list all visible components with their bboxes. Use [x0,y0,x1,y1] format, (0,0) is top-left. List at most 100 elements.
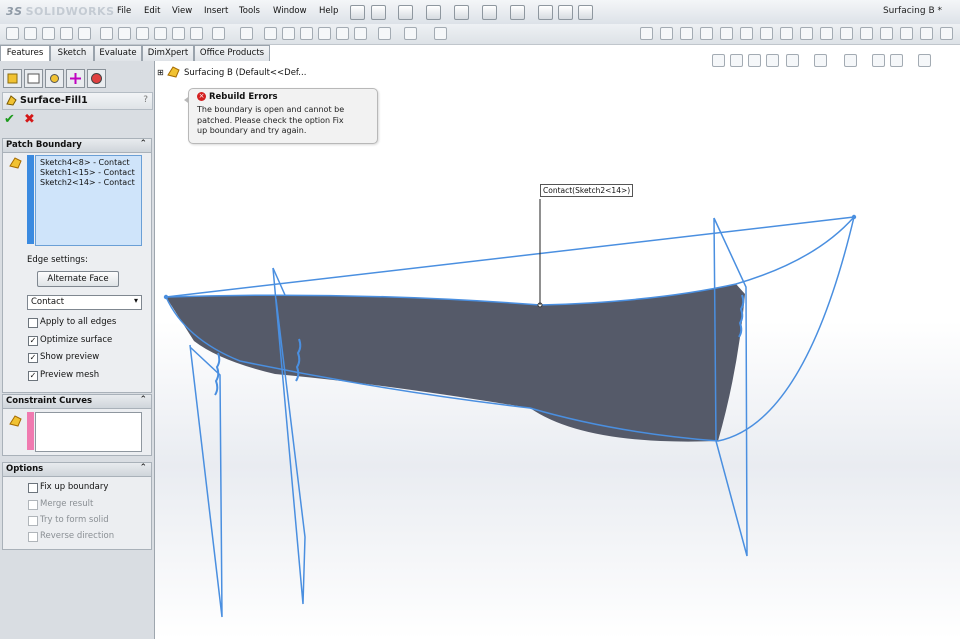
constraint-curves-header[interactable]: Constraint Curves ⌃ [3,395,151,409]
rebuild-icon[interactable] [538,5,553,20]
insert-mold-folders-icon[interactable] [860,27,873,40]
list-item[interactable]: Sketch4<8> - Contact [40,158,130,167]
optimize-surface-checkbox[interactable]: ✓ [28,336,38,346]
apply-to-all-edges-checkbox[interactable] [28,318,38,328]
boundary-surface-icon[interactable] [78,27,91,40]
select-icon[interactable] [510,5,525,20]
curves-icon[interactable] [378,27,391,40]
help-icon[interactable]: ? [143,95,148,105]
dimxpert-manager-icon[interactable] [66,69,85,88]
patch-boundary-header[interactable]: Patch Boundary ⌃ [3,139,151,153]
extruded-surface-icon[interactable] [6,27,19,40]
pin-icon[interactable] [350,5,365,20]
open-icon[interactable] [398,5,413,20]
split-line-icon[interactable] [920,27,933,40]
new-document-icon[interactable] [371,5,386,20]
options-icon[interactable] [578,5,593,20]
ruled-surface-alt-icon[interactable] [880,27,893,40]
try-to-form-solid-checkbox[interactable] [28,516,38,526]
zoom-to-area-icon[interactable] [730,54,743,67]
graphics-area[interactable]: ⊞ Surfacing B (Default<<Def... Contact(S… [155,54,960,639]
contact-select[interactable]: Contact ▾ [27,295,142,310]
ruled-surface-icon[interactable] [154,27,167,40]
show-preview-checkbox[interactable]: ✓ [28,353,38,363]
untrim-surface-icon[interactable] [354,27,367,40]
parting-line-icon[interactable] [740,27,753,40]
menu-view[interactable]: View [172,6,192,16]
boundary-edges-list[interactable]: Sketch4<8> - Contact Sketch1<15> - Conta… [35,155,142,246]
revolved-surface-icon[interactable] [24,27,37,40]
tab-features[interactable]: Features [0,45,50,62]
parting-surface-icon[interactable] [780,27,793,40]
surface-flatten-icon[interactable] [434,27,447,40]
feature-tree-root[interactable]: Surfacing B (Default<<Def... [184,68,306,78]
file-properties-icon[interactable] [558,5,573,20]
scale-icon[interactable] [840,27,853,40]
menu-tools[interactable]: Tools [239,6,260,16]
menu-insert[interactable]: Insert [204,6,228,16]
menu-file[interactable]: File [117,6,131,16]
tooling-split-icon[interactable] [800,27,813,40]
pattern-icon[interactable] [240,27,253,40]
constraint-curves-list[interactable] [35,412,142,452]
offset-surface-icon[interactable] [136,27,149,40]
thicken-icon[interactable] [282,27,295,40]
knit-surface-icon[interactable] [264,27,277,40]
undercut-analysis-icon[interactable] [720,27,733,40]
sheet-metal-icon[interactable] [640,27,653,40]
edit-appearance-icon[interactable] [872,54,885,67]
configuration-manager-icon[interactable] [45,69,64,88]
view-settings-icon[interactable] [918,54,931,67]
zoom-to-fit-icon[interactable] [712,54,725,67]
collapse-icon[interactable]: ⌃ [139,139,147,149]
expand-icon[interactable]: ⊞ [157,68,164,77]
sketch-line-top[interactable] [165,216,855,298]
property-manager-icon[interactable] [24,69,43,88]
cancel-button[interactable]: ✖ [24,112,35,127]
more-tools-icon[interactable] [940,27,953,40]
cut-with-surface-icon[interactable] [300,27,313,40]
contact-callout[interactable]: Contact(Sketch2<14>) [540,184,634,197]
preview-mesh-checkbox[interactable]: ✓ [28,371,38,381]
tab-office-products[interactable]: Office Products [194,45,270,61]
save-icon[interactable] [426,5,441,20]
planar-surface-icon[interactable] [118,27,131,40]
list-item[interactable]: Sketch1<15> - Contact [40,168,135,177]
fillet-icon[interactable] [172,27,185,40]
view-orientation-icon[interactable] [786,54,799,67]
boundary-edge-right[interactable] [735,216,855,285]
print-icon[interactable] [454,5,469,20]
ok-button[interactable]: ✔ [4,112,15,127]
alternate-face-button[interactable]: Alternate Face [37,271,119,287]
reference-geometry-icon[interactable] [212,27,225,40]
section-view-icon[interactable] [766,54,779,67]
merge-result-checkbox[interactable] [28,500,38,510]
options-header[interactable]: Options ⌃ [3,463,151,477]
fill-surface[interactable] [166,284,745,442]
vertex[interactable] [163,294,169,300]
mold-tools-icon[interactable] [680,27,693,40]
list-item[interactable]: Sketch2<14> - Contact [40,178,135,187]
model-view[interactable] [155,61,960,639]
shut-off-surface-icon[interactable] [760,27,773,40]
undo-icon[interactable] [482,5,497,20]
trim-surface-icon[interactable] [190,27,203,40]
fix-up-boundary-checkbox[interactable] [28,483,38,493]
display-manager-icon[interactable] [87,69,106,88]
draft-analysis-icon[interactable] [700,27,713,40]
replace-face-icon[interactable] [336,27,349,40]
reverse-direction-checkbox[interactable] [28,532,38,542]
spline-icon[interactable] [404,27,417,40]
display-style-icon[interactable] [814,54,827,67]
filled-surface-icon[interactable] [100,27,113,40]
collapse-icon[interactable]: ⌃ [139,395,147,405]
hide-show-items-icon[interactable] [844,54,857,67]
core-icon[interactable] [820,27,833,40]
menu-window[interactable]: Window [273,6,307,16]
thicken-alt-icon[interactable] [900,27,913,40]
weldment-icon[interactable] [660,27,673,40]
swept-surface-icon[interactable] [42,27,55,40]
tab-evaluate[interactable]: Evaluate [94,45,142,61]
delete-face-icon[interactable] [318,27,331,40]
menu-edit[interactable]: Edit [144,6,160,16]
